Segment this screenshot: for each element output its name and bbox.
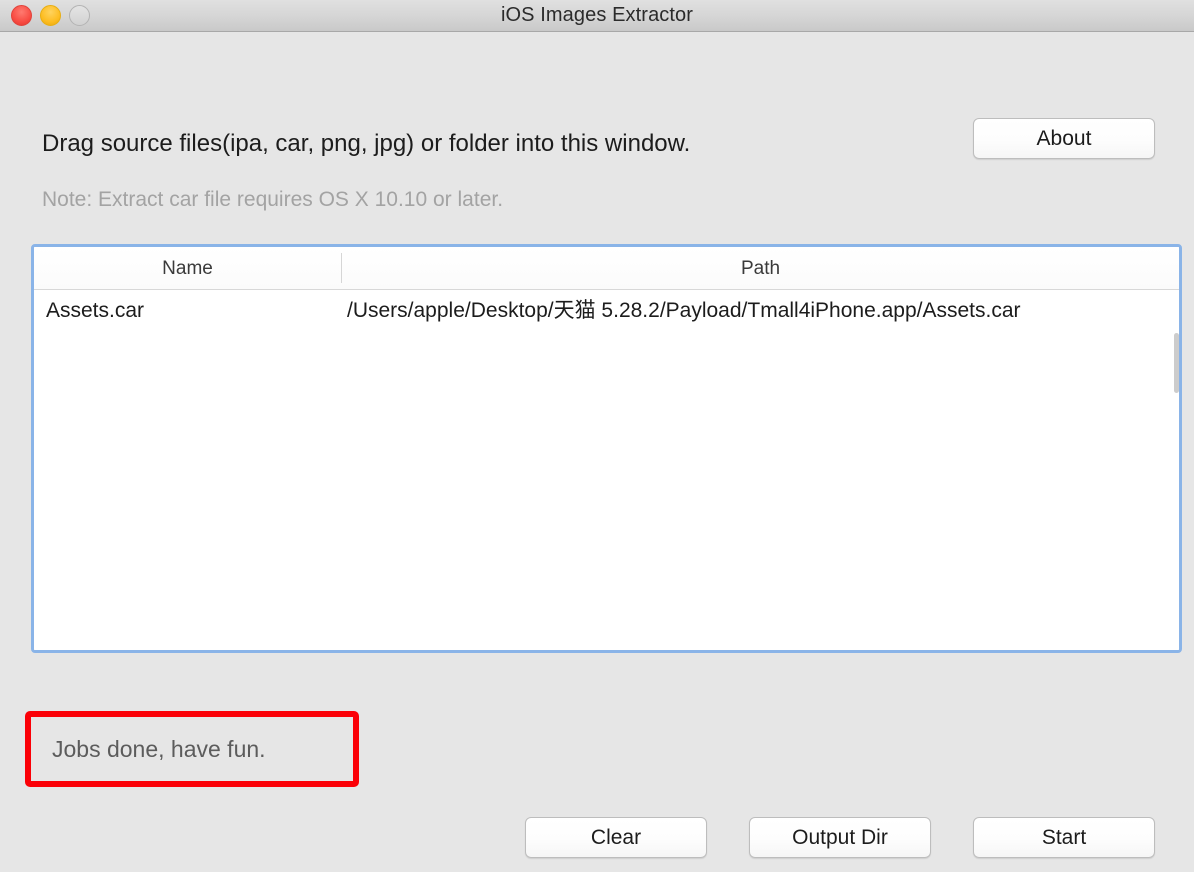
file-list-table[interactable]: Name Path Assets.car /Users/apple/Deskto… [31,244,1182,653]
minimize-button-icon[interactable] [40,5,61,26]
table-header-row: Name Path [34,247,1179,290]
requirements-note-text: Note: Extract car file requires OS X 10.… [42,188,504,211]
status-message: Jobs done, have fun. [31,717,353,781]
cell-path: /Users/apple/Desktop/天猫 5.28.2/Payload/T… [347,299,1021,322]
zoom-button-icon[interactable] [69,5,90,26]
output-dir-button[interactable]: Output Dir [749,817,931,858]
cell-name: Assets.car [46,299,145,322]
status-annotation-box: Jobs done, have fun. [25,711,359,787]
traffic-lights [11,0,90,31]
start-button[interactable]: Start [973,817,1155,858]
table-row[interactable]: Assets.car /Users/apple/Desktop/天猫 5.28.… [34,290,1179,332]
app-window: iOS Images Extractor Drag source files(i… [0,0,1194,872]
table-body: Assets.car /Users/apple/Desktop/天猫 5.28.… [34,290,1179,650]
close-button-icon[interactable] [11,5,32,26]
window-title: iOS Images Extractor [500,4,694,26]
window-content: Drag source files(ipa, car, png, jpg) or… [0,32,1194,872]
about-button[interactable]: About [973,118,1155,159]
horizontal-scrollbar[interactable] [1174,333,1179,393]
drop-instructions-text: Drag source files(ipa, car, png, jpg) or… [42,130,691,157]
clear-button[interactable]: Clear [525,817,707,858]
column-header-path[interactable]: Path [342,247,1179,290]
column-header-name[interactable]: Name [34,247,341,290]
title-bar: iOS Images Extractor [0,0,1194,32]
file-list-table-inner: Name Path Assets.car /Users/apple/Deskto… [34,247,1179,650]
